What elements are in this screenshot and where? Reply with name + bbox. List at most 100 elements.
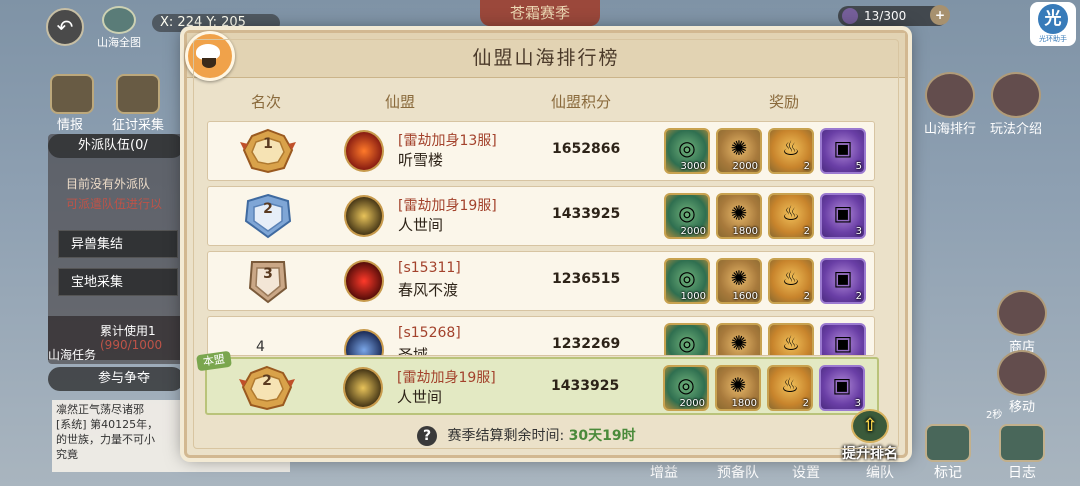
reward-treasure-box[interactable]: ▣ 3 xyxy=(819,365,865,411)
log-button[interactable]: 日志 xyxy=(996,424,1048,482)
helper-logo[interactable]: 光 光环助手 xyxy=(1030,2,1076,46)
reward-qty: 3 xyxy=(855,226,862,237)
reward-jade[interactable]: ◎ 2000 xyxy=(663,365,709,411)
dispatch-notice: 目前没有外派队 可派遣队伍进行以 xyxy=(66,174,162,214)
reward-flame[interactable]: ♨ 2 xyxy=(767,365,813,411)
alliance-server: [s15268] xyxy=(398,325,461,341)
treasure-box-icon: ▣ xyxy=(832,373,852,397)
back-icon: ↶ xyxy=(56,15,74,39)
reward-merit[interactable]: ✺ xyxy=(716,323,762,355)
move-button[interactable]: 移动 2秒 xyxy=(986,350,1052,421)
alliance-score: 1433925 xyxy=(552,206,621,222)
question-icon[interactable]: ? xyxy=(417,426,437,446)
reward-flame[interactable]: ♨ 2 xyxy=(768,258,814,304)
reward-qty: 2000 xyxy=(680,226,706,237)
dispatch-team-tab[interactable]: 外派队伍(0/ xyxy=(48,134,184,158)
world-map-button[interactable]: 山海全图 xyxy=(92,6,146,49)
reward-treasure-box[interactable]: ▣ 5 xyxy=(820,128,866,174)
flame-icon: ♨ xyxy=(782,136,800,160)
reward-qty: 1800 xyxy=(731,398,757,409)
alliance-score: 1236515 xyxy=(552,271,621,287)
reward-flame[interactable]: ♨ 2 xyxy=(768,128,814,174)
mark-button[interactable]: 标记 xyxy=(922,424,974,482)
ranking-row[interactable]: 1 [雷劫加身13服] 听雪楼 1652866 ◎ 3000 ✺ 2000 ♨ 2 ▣… xyxy=(207,121,875,181)
reward-treasure-box[interactable]: ▣ 3 xyxy=(820,193,866,239)
merit-icon: ✺ xyxy=(730,136,748,160)
reward-merit[interactable]: ✺ 1600 xyxy=(716,258,762,304)
jade-icon: ◎ xyxy=(678,266,696,290)
beast-rally-item[interactable]: 异兽集结 xyxy=(58,230,178,258)
my-alliance-tag: 本盟 xyxy=(196,350,232,372)
ranking-button[interactable]: 山海排行 xyxy=(924,72,976,137)
boost-icon: ⇧ xyxy=(851,409,889,443)
alliance-server: [s15311] xyxy=(398,260,461,276)
reward-jade[interactable]: ◎ 2000 xyxy=(664,193,710,239)
timer-value: 30天19时 xyxy=(568,428,636,444)
shop-button[interactable]: 商店 xyxy=(996,290,1048,355)
cumulative-value: (990/1000 xyxy=(100,338,163,352)
reward-treasure-box[interactable]: ▣ 2 xyxy=(820,258,866,304)
merit-icon: ✺ xyxy=(730,331,748,355)
alliance-server: [雷劫加身19服] xyxy=(398,198,497,214)
rank-number: 1 xyxy=(263,136,273,152)
add-resource-button[interactable]: + xyxy=(930,5,950,25)
cumulative-label: 累计使用1 xyxy=(100,324,156,338)
my-alliance-row[interactable]: 本盟 2 [雷劫加身19服] 人世间 1433925 ◎ 2000 ✺ 1800 ♨… xyxy=(196,350,879,415)
treasure-gather-item[interactable]: 宝地采集 xyxy=(58,268,178,296)
gameplay-intro-button[interactable]: 玩法介绍 xyxy=(990,72,1042,137)
intel-button[interactable]: 情报 xyxy=(50,74,94,133)
reward-qty: 1600 xyxy=(732,291,758,302)
season-title: 苍霜赛季 xyxy=(480,0,600,26)
ranking-row[interactable]: 4 [s15268] 圣域 1232269 ◎ ✺ ♨ ▣ xyxy=(207,316,875,356)
alliance-name: 人世间 xyxy=(397,388,443,406)
ranking-label: 山海排行 xyxy=(924,122,977,137)
crusade-button[interactable]: 征讨采集 xyxy=(108,74,168,133)
jade-icon: ◎ xyxy=(678,136,696,160)
alliance-emblem-icon xyxy=(344,130,384,172)
mark-label: 标记 xyxy=(934,465,962,481)
reward-jade[interactable]: ◎ xyxy=(664,323,710,355)
reward-flame[interactable]: ♨ xyxy=(768,323,814,355)
ranking-row[interactable]: 2 [雷劫加身19服] 人世间 1433925 ◎ 2000 ✺ 1800 ♨ 2 ▣… xyxy=(207,186,875,246)
reward-flame[interactable]: ♨ 2 xyxy=(768,193,814,239)
alliance-server: [雷劫加身13服] xyxy=(398,133,497,149)
cumulative-panel[interactable]: 累计使用1 (990/1000 山海任务 xyxy=(48,316,184,362)
title-bar: 仙盟山海排行榜 xyxy=(187,33,905,78)
move-cooldown: 2秒 xyxy=(986,410,1003,421)
compete-button[interactable]: 参与争夺 xyxy=(48,367,184,391)
header-score: 仙盟积分 xyxy=(551,93,612,111)
helper-logo-label: 光环助手 xyxy=(1039,35,1067,43)
treasure-box-icon: ▣ xyxy=(833,201,853,225)
ranking-row[interactable]: 3 [s15311] 春风不渡 1236515 ◎ 1000 ✺ 1600 ♨ 2 ▣… xyxy=(207,251,875,311)
boost-rank-button[interactable]: ⇧ 提升排名 xyxy=(837,409,903,463)
ranking-icon xyxy=(925,72,975,118)
reward-treasure-box[interactable]: ▣ xyxy=(820,323,866,355)
settings-label: 设置 xyxy=(792,465,820,481)
reward-jade[interactable]: ◎ 3000 xyxy=(664,128,710,174)
alliance-name: 人世间 xyxy=(398,216,444,234)
helper-logo-icon: 光 xyxy=(1038,4,1068,34)
reward-qty: 2 xyxy=(803,161,810,172)
alliance-name: 圣域 xyxy=(398,346,429,356)
reward-qty: 2 xyxy=(802,398,809,409)
map-icon xyxy=(102,6,136,34)
reward-qty: 2 xyxy=(803,291,810,302)
reward-merit[interactable]: ✺ 1800 xyxy=(715,365,761,411)
notice-line-2: 可派遣队伍进行以 xyxy=(66,197,163,211)
move-icon xyxy=(997,350,1047,396)
resource-counter: 13/300 + xyxy=(838,5,950,26)
formation-label: 编队 xyxy=(866,465,894,481)
reward-merit[interactable]: ✺ 2000 xyxy=(716,128,762,174)
back-button[interactable]: ↶ xyxy=(46,8,84,46)
alliance-score: 1232269 xyxy=(552,336,621,352)
crusade-icon xyxy=(116,74,160,114)
reward-merit[interactable]: ✺ 1800 xyxy=(716,193,762,239)
log-label: 日志 xyxy=(1008,465,1036,481)
reward-jade[interactable]: ◎ 1000 xyxy=(664,258,710,304)
ranking-modal: 仙盟山海排行榜 名次 仙盟 仙盟积分 奖励 1 [雷劫加身13服] 听雪楼 16… xyxy=(184,30,908,462)
alliance-emblem-icon xyxy=(344,329,384,355)
map-label: 山海全图 xyxy=(97,36,141,49)
flame-icon: ♨ xyxy=(782,201,800,225)
task-label: 山海任务 xyxy=(48,348,97,362)
jade-icon: ◎ xyxy=(678,331,696,355)
